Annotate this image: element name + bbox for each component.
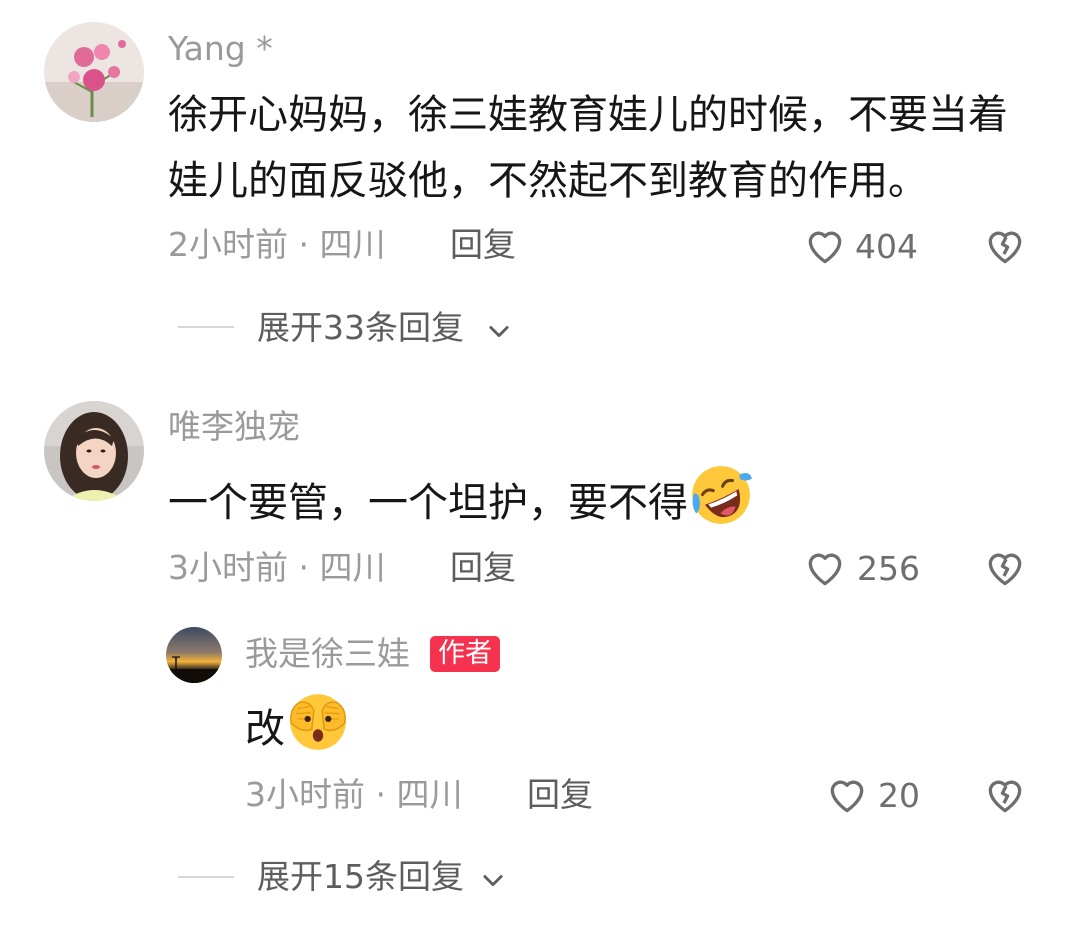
comment-time-location: 2小时前 · 四川 xyxy=(168,225,386,264)
reply-button[interactable]: 回复 xyxy=(450,228,516,261)
rofl-emoji-icon xyxy=(688,462,754,548)
heart-icon xyxy=(803,546,847,594)
author-badge: 作者 xyxy=(430,636,500,672)
expand-divider xyxy=(178,876,234,878)
dislike-button[interactable] xyxy=(983,773,1027,817)
comment-username[interactable]: 唯李独宠 xyxy=(168,410,300,443)
dislike-button[interactable] xyxy=(983,224,1027,268)
broken-heart-icon xyxy=(983,553,1027,594)
like-count: 20 xyxy=(878,776,920,815)
reply-text-body: 改 xyxy=(245,706,285,752)
avatar-weili[interactable] xyxy=(44,401,144,501)
comment-text: 一个要管，一个坦护，要不得 xyxy=(168,462,754,548)
reply-time-location: 3小时前 · 四川 xyxy=(245,775,463,814)
like-count: 256 xyxy=(857,549,920,588)
like-button[interactable]: 256 xyxy=(803,546,923,590)
broken-heart-icon xyxy=(983,780,1027,821)
comment-text-body: 一个要管，一个坦护，要不得 xyxy=(168,480,688,526)
expand-replies-label: 展开33条回复 xyxy=(257,308,464,347)
heart-icon xyxy=(803,224,847,272)
covering-eyes-emoji-icon xyxy=(285,688,351,774)
chevron-down-icon xyxy=(479,866,507,898)
like-button[interactable]: 20 xyxy=(825,773,925,817)
avatar-author[interactable] xyxy=(166,627,222,683)
expand-replies-button[interactable]: 展开15条回复 xyxy=(257,858,527,898)
reply-button[interactable]: 回复 xyxy=(527,778,593,811)
reply-username[interactable]: 我是徐三娃 xyxy=(245,637,410,670)
broken-heart-icon xyxy=(983,231,1027,272)
reply-text: 改 xyxy=(245,688,351,774)
avatar-yang[interactable] xyxy=(44,22,144,122)
like-count: 404 xyxy=(855,227,918,266)
chevron-down-icon xyxy=(485,317,513,349)
like-button[interactable]: 404 xyxy=(803,224,923,268)
comment-time-location: 3小时前 · 四川 xyxy=(168,548,386,587)
comment-text-line: 徐开心妈妈，徐三娃教育娃儿的时候，不要当着 xyxy=(168,92,1008,138)
comment-username[interactable]: Yang * xyxy=(168,32,273,65)
expand-replies-label: 展开15条回复 xyxy=(257,857,464,896)
dislike-button[interactable] xyxy=(983,546,1027,590)
heart-icon xyxy=(825,773,869,821)
expand-divider xyxy=(178,326,234,328)
reply-button[interactable]: 回复 xyxy=(450,551,516,584)
comment-text-line: 娃儿的面反驳他，不然起不到教育的作用。 xyxy=(168,158,928,204)
expand-replies-button[interactable]: 展开33条回复 xyxy=(257,309,527,349)
